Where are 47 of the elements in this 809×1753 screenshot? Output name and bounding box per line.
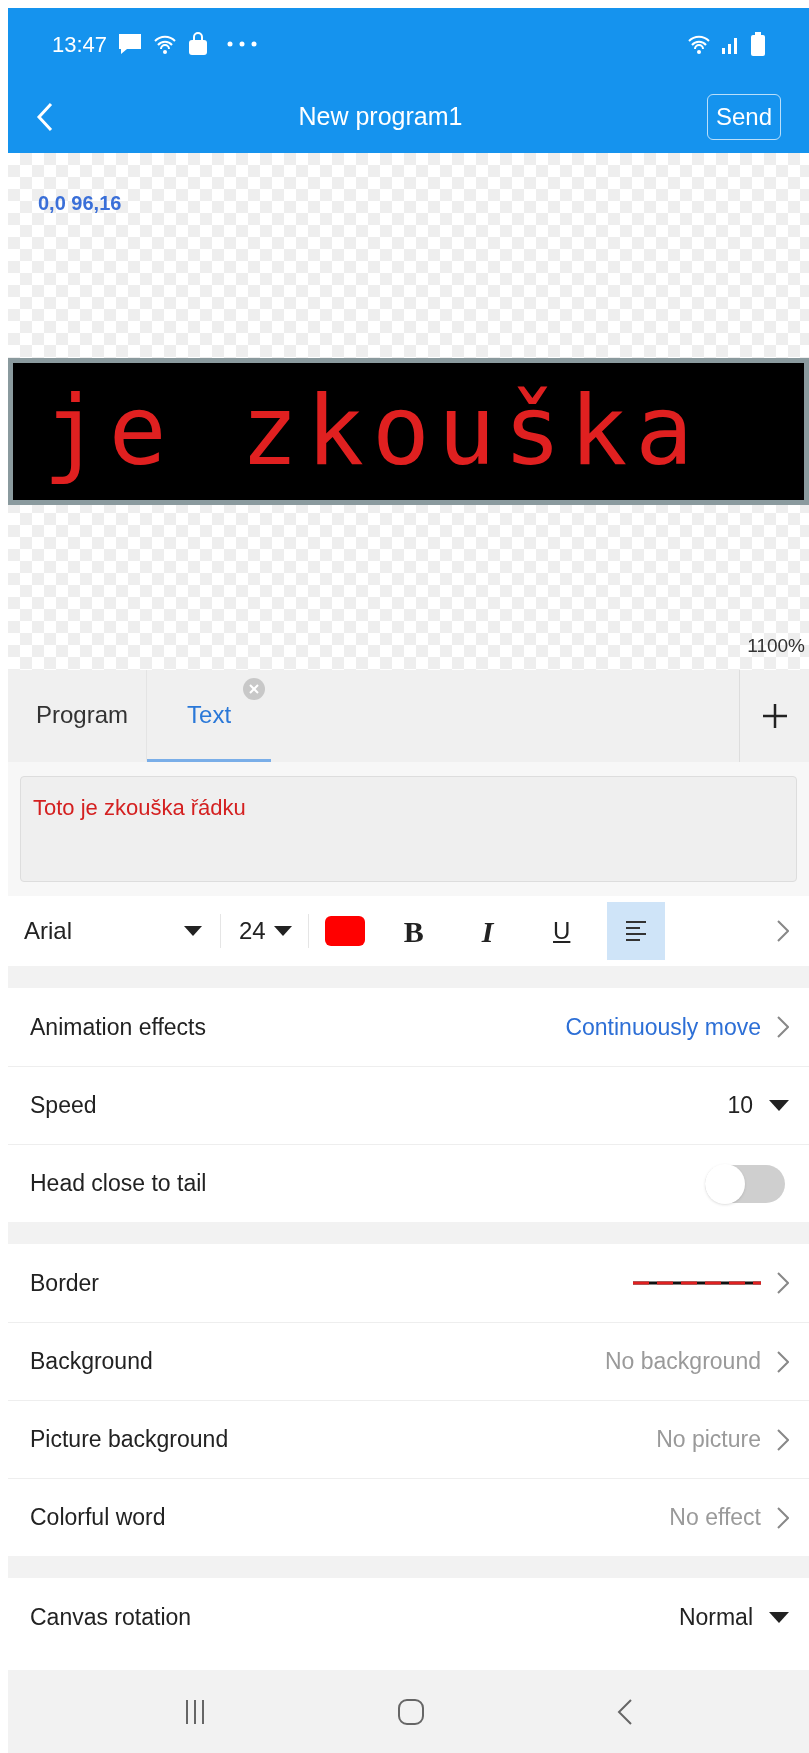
- font-name[interactable]: Arial: [24, 913, 184, 949]
- chevron-right-icon[interactable]: [777, 1506, 789, 1529]
- setting-label: Speed: [30, 1091, 98, 1121]
- setting-label: Head close to tail: [30, 1169, 208, 1199]
- dropdown-icon[interactable]: [769, 1611, 789, 1623]
- text-input-field[interactable]: Toto je zkouška řádku: [20, 776, 797, 882]
- screen-title: New program1: [298, 100, 463, 132]
- led-text: je zkouška: [43, 373, 701, 489]
- setting-label: Canvas rotation: [30, 1602, 193, 1632]
- toggle-switch[interactable]: [705, 1164, 785, 1203]
- setting-label: Picture background: [30, 1425, 230, 1455]
- dropdown-icon[interactable]: [769, 1100, 789, 1111]
- coordinates-label: 0,0 96,16: [38, 191, 122, 216]
- align-left-icon: [623, 920, 648, 942]
- italic-button[interactable]: I: [458, 902, 517, 960]
- bag-icon: [187, 32, 210, 56]
- dropdown-icon[interactable]: [273, 926, 292, 936]
- setting-value[interactable]: Normal: [678, 1599, 753, 1635]
- home-icon[interactable]: [397, 1697, 426, 1726]
- back-icon[interactable]: [617, 1697, 634, 1726]
- chevron-right-icon[interactable]: [777, 920, 789, 942]
- wifi-icon: [687, 33, 711, 55]
- chat-icon: [117, 32, 144, 56]
- battery-icon: [751, 32, 765, 56]
- underline-button[interactable]: U: [532, 902, 591, 960]
- dropdown-icon[interactable]: [184, 926, 202, 936]
- align-left-button[interactable]: [606, 902, 665, 960]
- add-icon[interactable]: [761, 703, 788, 729]
- setting-label: Colorful word: [30, 1503, 167, 1533]
- zoom-label: 1100%: [747, 633, 805, 658]
- border-preview-icon: [633, 1280, 761, 1286]
- chevron-right-icon[interactable]: [777, 1016, 789, 1038]
- more-icon: [227, 41, 258, 47]
- setting-label: Border: [30, 1268, 101, 1298]
- setting-value[interactable]: 10: [727, 1088, 753, 1123]
- font-size[interactable]: 24: [239, 913, 266, 949]
- chevron-right-icon[interactable]: [777, 1272, 789, 1294]
- bold-button[interactable]: B: [384, 902, 443, 960]
- setting-label: Background: [30, 1347, 154, 1377]
- color-swatch[interactable]: [324, 916, 365, 946]
- recent-apps-icon[interactable]: [183, 1698, 206, 1725]
- chevron-right-icon[interactable]: [777, 1428, 789, 1451]
- chevron-right-icon[interactable]: [777, 1350, 789, 1373]
- status-time: 13:47: [52, 30, 108, 59]
- wifi-icon: [153, 33, 178, 55]
- setting-value[interactable]: Continuously move: [565, 1009, 761, 1045]
- setting-label: Animation effects: [30, 1012, 207, 1042]
